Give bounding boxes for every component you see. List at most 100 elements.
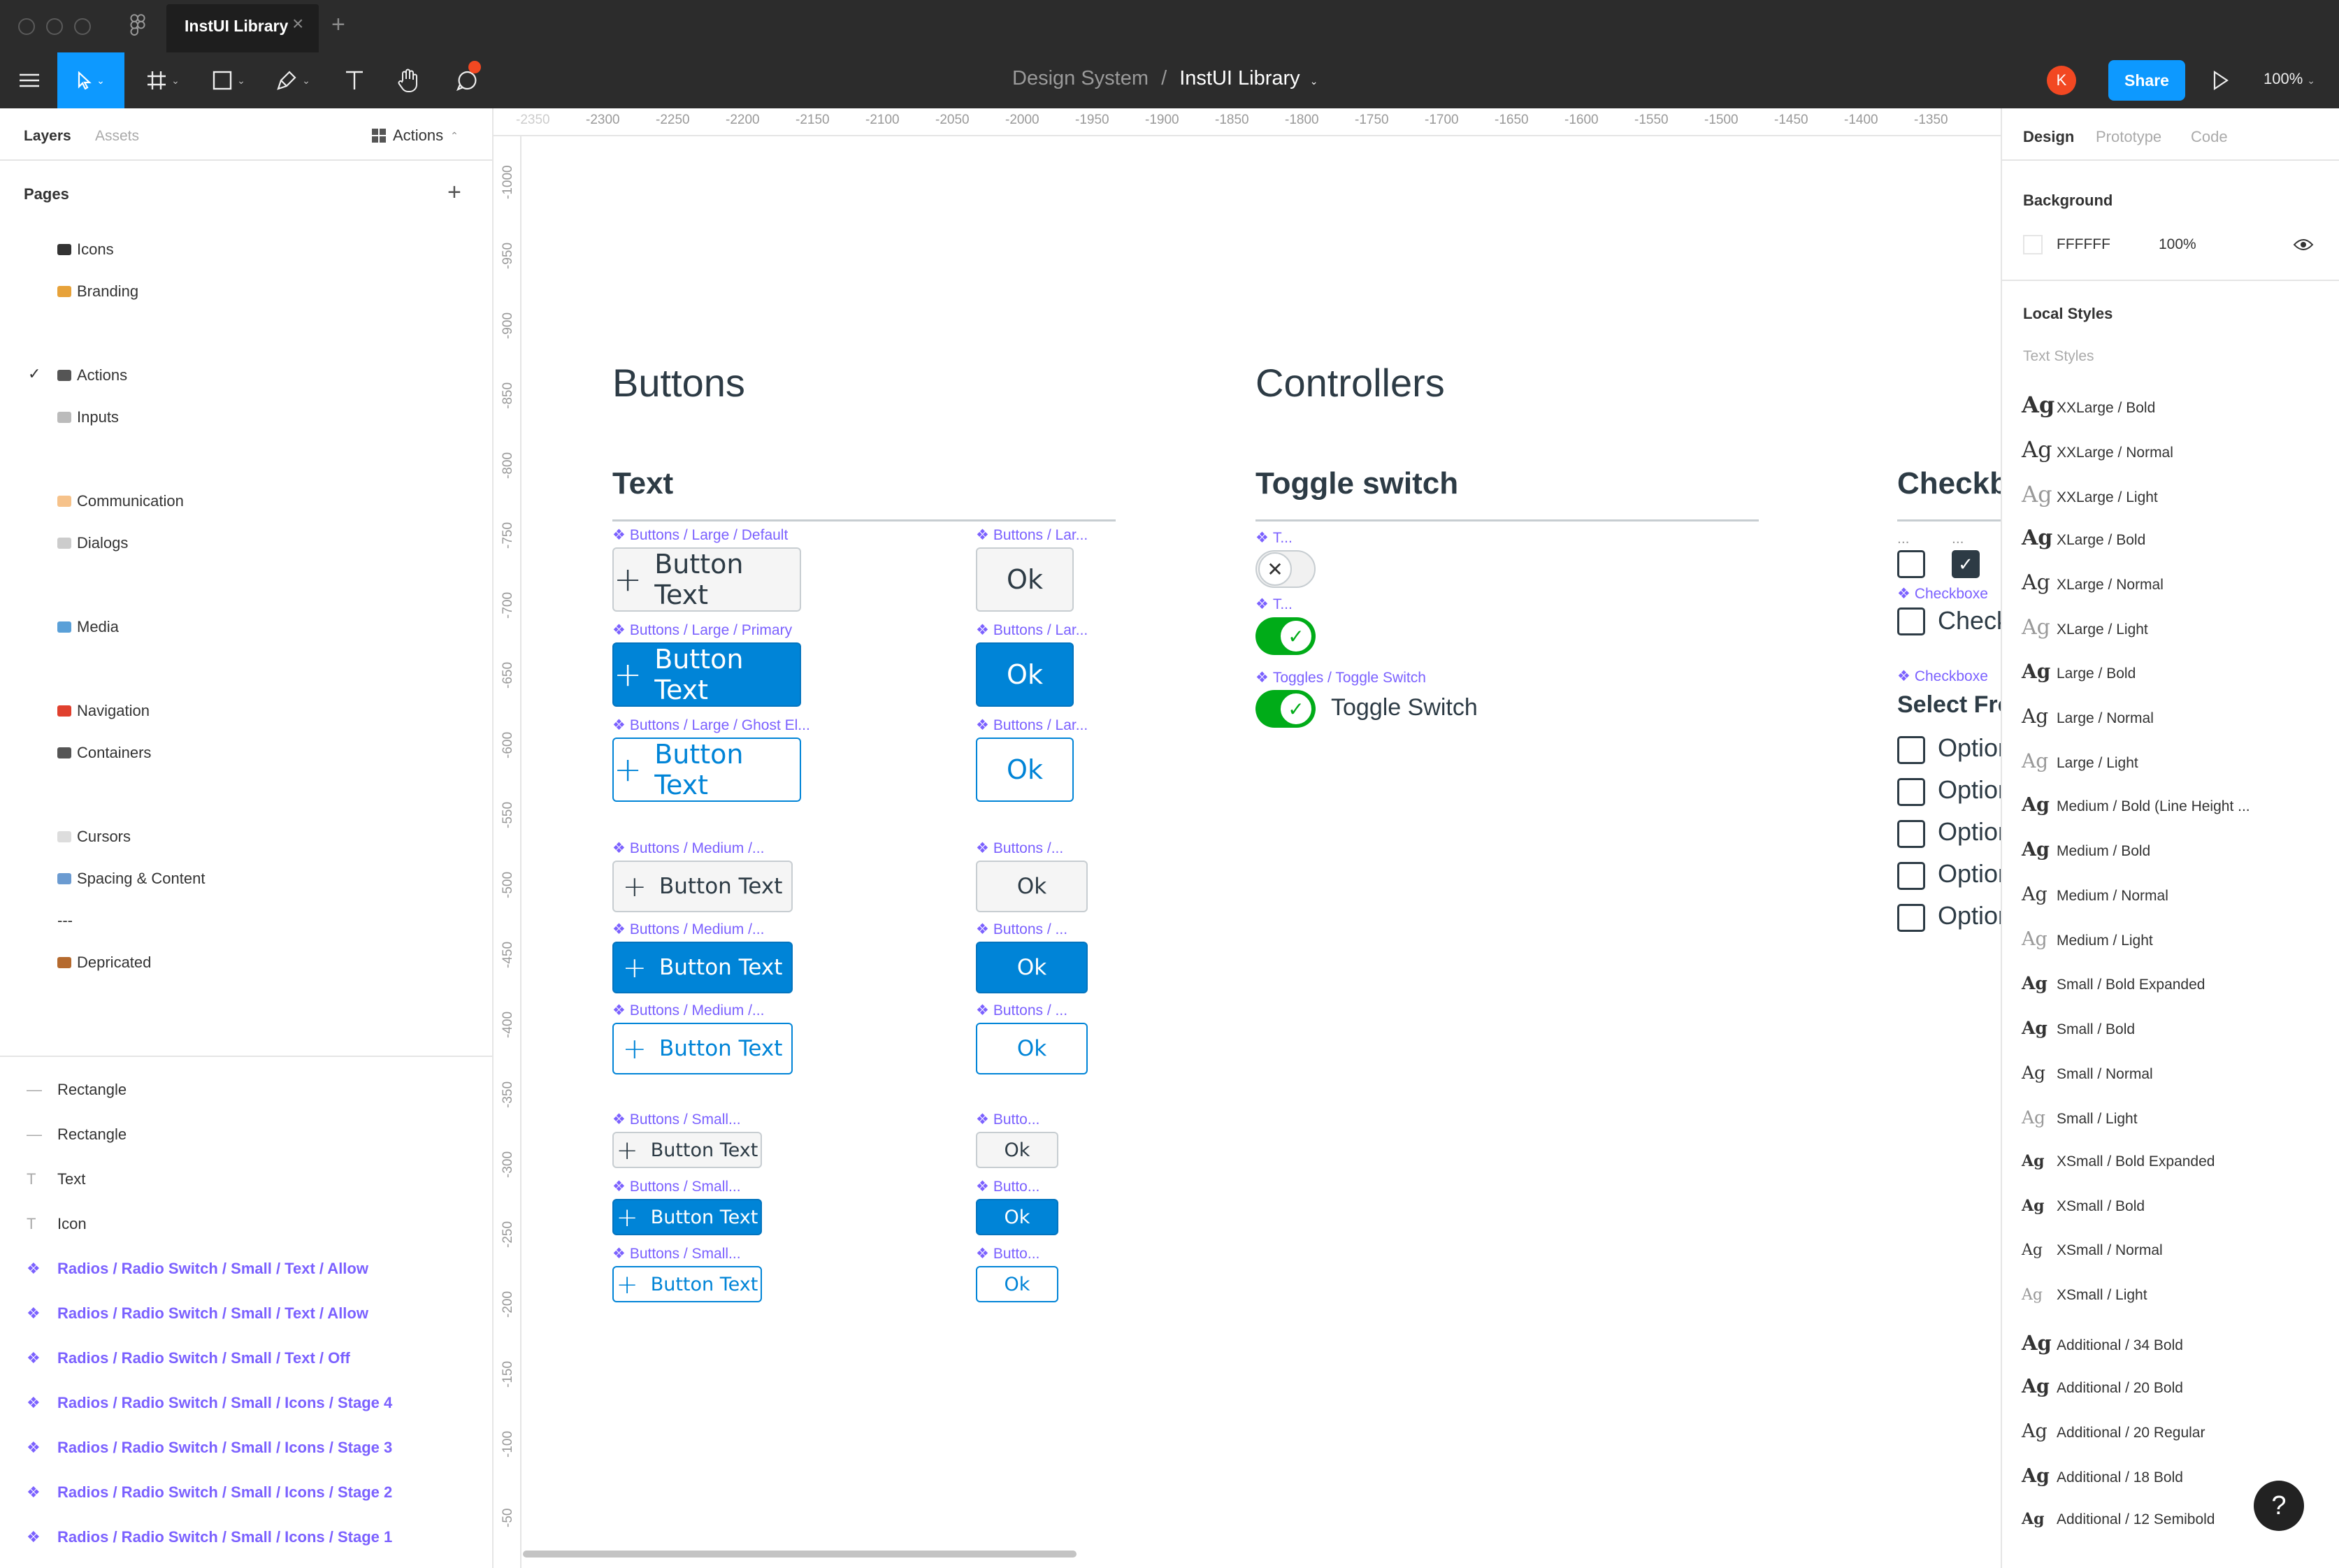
hand-tool-button[interactable] xyxy=(391,52,426,108)
tab-design[interactable]: Design xyxy=(2023,128,2074,146)
default-button[interactable]: + Button Text xyxy=(612,547,801,612)
page-item-spacing-content[interactable]: Spacing & Content xyxy=(57,870,205,888)
figma-logo-icon[interactable] xyxy=(127,14,148,39)
text-style-item[interactable]: Ag XSmall / Normal xyxy=(2022,1242,2163,1259)
text-style-item[interactable]: Ag Large / Light xyxy=(2022,749,2138,772)
text-style-item[interactable]: Ag Large / Bold xyxy=(2022,660,2136,683)
text-style-item[interactable]: Ag Medium / Light xyxy=(2022,928,2153,950)
canvas[interactable]: Buttons Text Controllers Toggle switch C… xyxy=(523,138,2001,1568)
page-item-containers[interactable]: Containers xyxy=(57,744,151,762)
eye-icon[interactable] xyxy=(2293,238,2314,252)
breadcrumb[interactable]: Design System / InstUI Library ⌄ xyxy=(1012,67,1318,90)
background-hex[interactable]: FFFFFF xyxy=(2057,236,2110,253)
ok-primary-button[interactable]: Ok xyxy=(976,942,1088,993)
text-style-item[interactable]: Ag Small / Bold xyxy=(2022,1018,2135,1038)
text-style-item[interactable]: Ag Small / Bold Expanded xyxy=(2022,973,2205,993)
text-style-item[interactable]: Ag XLarge / Bold xyxy=(2022,526,2145,550)
default-button[interactable]: + Button Text xyxy=(612,1132,762,1168)
text-style-item[interactable]: Ag Large / Normal xyxy=(2022,705,2154,728)
main-menu-icon[interactable] xyxy=(13,52,46,108)
primary-button[interactable]: + Button Text xyxy=(612,1199,762,1235)
background-opacity[interactable]: 100% xyxy=(2159,236,2196,253)
checkbox-unchecked[interactable] xyxy=(1897,607,1925,635)
ghost-button[interactable]: + Button Text xyxy=(612,738,801,802)
breadcrumb-parent[interactable]: Design System xyxy=(1012,67,1149,89)
window-close-dot[interactable] xyxy=(18,18,35,35)
text-style-item[interactable]: Ag Medium / Normal xyxy=(2022,884,2168,905)
layer-item[interactable]: Radios / Radio Switch / Small / Text / O… xyxy=(57,1349,350,1367)
tab-prototype[interactable]: Prototype xyxy=(2096,128,2161,146)
text-style-item[interactable]: Ag Additional / 20 Regular xyxy=(2022,1420,2205,1442)
page-dropdown[interactable]: Actions ⌃ xyxy=(372,127,459,145)
text-style-item[interactable]: Ag XXLarge / Normal xyxy=(2022,436,2173,463)
checkbox-checked[interactable]: ✓ xyxy=(1952,550,1980,578)
add-page-icon[interactable]: + xyxy=(447,179,461,206)
checkbox-unchecked[interactable] xyxy=(1897,862,1925,890)
text-style-item[interactable]: Ag Small / Light xyxy=(2022,1107,2138,1128)
toggle-on[interactable]: ✓ xyxy=(1255,617,1316,655)
page-item-branding[interactable]: Branding xyxy=(57,282,138,301)
new-tab-icon[interactable]: + xyxy=(331,11,345,38)
layer-item[interactable]: Rectangle xyxy=(57,1125,127,1144)
page-item-navigation[interactable]: Navigation xyxy=(57,702,150,720)
page-item-communication[interactable]: Communication xyxy=(57,492,184,510)
layer-item[interactable]: Radios / Radio Switch / Small / Icons / … xyxy=(57,1394,392,1412)
text-style-item[interactable]: Ag Additional / 12 Semibold xyxy=(2022,1510,2215,1528)
close-icon[interactable]: × xyxy=(292,13,303,35)
ghost-button[interactable]: + Button Text xyxy=(612,1023,793,1074)
page-item-depricated[interactable]: Depricated xyxy=(57,954,151,972)
layer-item[interactable]: Radios / Radio Switch / Small / Icons / … xyxy=(57,1439,392,1457)
ok-primary-button[interactable]: Ok xyxy=(976,642,1074,707)
checkbox-unchecked[interactable] xyxy=(1897,778,1925,806)
play-icon[interactable] xyxy=(2212,70,2230,91)
layer-item[interactable]: Icon xyxy=(57,1215,87,1233)
help-button[interactable]: ? xyxy=(2254,1481,2304,1531)
breadcrumb-current[interactable]: InstUI Library xyxy=(1179,67,1300,89)
text-style-item[interactable]: Ag Additional / 20 Bold xyxy=(2022,1376,2183,1397)
text-style-item[interactable]: Ag XXLarge / Bold xyxy=(2022,391,2155,418)
checkbox-unchecked[interactable] xyxy=(1897,550,1925,578)
text-tool-button[interactable] xyxy=(337,52,372,108)
layer-item[interactable]: Radios / Radio Switch / Small / Text / A… xyxy=(57,1260,368,1278)
text-style-item[interactable]: Ag XLarge / Normal xyxy=(2022,570,2164,595)
frame-tool-button[interactable]: ⌄ xyxy=(137,52,189,108)
tab-assets[interactable]: Assets xyxy=(95,128,139,145)
page-item-icons[interactable]: Icons xyxy=(57,240,114,259)
text-style-item[interactable]: Ag XSmall / Bold xyxy=(2022,1197,2145,1215)
text-style-item[interactable]: Ag Small / Normal xyxy=(2022,1063,2153,1083)
primary-button[interactable]: + Button Text xyxy=(612,642,801,707)
ok-ghost-button[interactable]: Ok xyxy=(976,1266,1058,1302)
text-style-item[interactable]: Ag Additional / 34 Bold xyxy=(2022,1331,2183,1355)
text-style-item[interactable]: Ag Medium / Bold xyxy=(2022,839,2150,861)
move-tool-button[interactable]: ⌄ xyxy=(57,52,124,108)
share-button[interactable]: Share xyxy=(2108,60,2185,101)
page-item--[interactable]: --- xyxy=(57,912,73,930)
horizontal-scrollbar[interactable] xyxy=(523,1551,1077,1558)
ok-default-button[interactable]: Ok xyxy=(976,547,1074,612)
ok-default-button[interactable]: Ok xyxy=(976,861,1088,912)
shape-tool-button[interactable]: ⌄ xyxy=(203,52,254,108)
ghost-button[interactable]: + Button Text xyxy=(612,1266,762,1302)
window-zoom-dot[interactable] xyxy=(74,18,91,35)
text-style-item[interactable]: Ag XSmall / Light xyxy=(2022,1286,2147,1304)
page-item-inputs[interactable]: Inputs xyxy=(57,408,119,426)
default-button[interactable]: + Button Text xyxy=(612,861,793,912)
layer-item[interactable]: Rectangle xyxy=(57,1081,127,1099)
layer-item[interactable]: Radios / Radio Switch / Small / Icons / … xyxy=(57,1528,392,1546)
text-style-item[interactable]: Ag XXLarge / Light xyxy=(2022,481,2158,508)
window-minimize-dot[interactable] xyxy=(46,18,63,35)
tab-layers[interactable]: Layers xyxy=(24,128,71,145)
layer-item[interactable]: Radios / Radio Switch / Small / Text / A… xyxy=(57,1304,368,1323)
ok-primary-button[interactable]: Ok xyxy=(976,1199,1058,1235)
primary-button[interactable]: + Button Text xyxy=(612,942,793,993)
page-item-media[interactable]: Media xyxy=(57,618,119,636)
checkbox-unchecked[interactable] xyxy=(1897,820,1925,848)
tab-code[interactable]: Code xyxy=(2191,128,2228,146)
avatar[interactable]: K xyxy=(2047,66,2076,95)
layer-item[interactable]: Text xyxy=(57,1170,85,1188)
text-style-item[interactable]: Ag XLarge / Light xyxy=(2022,615,2148,640)
toggle-off[interactable]: ✕ xyxy=(1255,550,1316,588)
pen-tool-button[interactable]: ⌄ xyxy=(267,52,319,108)
chevron-down-icon[interactable]: ⌄ xyxy=(1310,75,1318,87)
text-style-item[interactable]: Ag Medium / Bold (Line Height ... xyxy=(2022,794,2250,816)
